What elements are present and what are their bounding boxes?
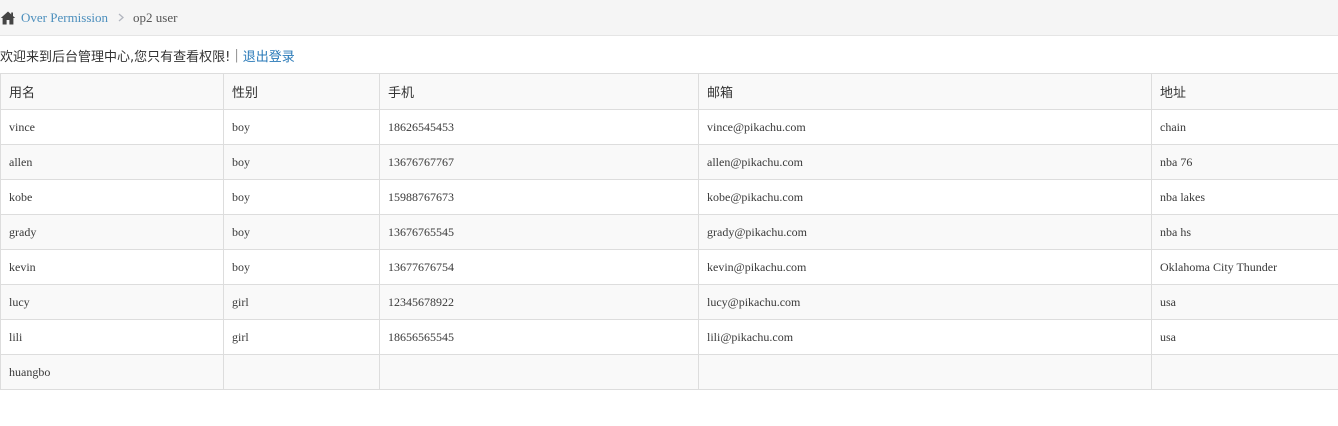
cell-address: nba hs [1151,214,1338,250]
table-row: kevin boy 13677676754 kevin@pikachu.com … [0,249,1338,285]
cell-email: lucy@pikachu.com [698,284,1152,320]
cell-username: grady [0,214,224,250]
table-row: lili girl 18656565545 lili@pikachu.com u… [0,319,1338,355]
cell-address: chain [1151,109,1338,145]
welcome-separator: | [234,47,239,63]
cell-address [1151,354,1338,390]
cell-phone: 18656565545 [379,319,699,355]
table-row: huangbo [0,354,1338,390]
table-row: allen boy 13676767767 allen@pikachu.com … [0,144,1338,180]
welcome-bar: 欢迎来到后台管理中心,您只有查看权限! | 退出登录 [0,36,1338,73]
breadcrumb-link-over-permission[interactable]: Over Permission [21,10,108,26]
table-row: kobe boy 15988767673 kobe@pikachu.com nb… [0,179,1338,215]
breadcrumb-current: op2 user [133,9,178,25]
cell-phone: 15988767673 [379,179,699,215]
cell-username: allen [0,144,224,180]
cell-email: kevin@pikachu.com [698,249,1152,285]
cell-email: kobe@pikachu.com [698,179,1152,215]
cell-username: kobe [0,179,224,215]
column-header-email: 邮箱 [698,73,1152,110]
cell-address: nba 76 [1151,144,1338,180]
cell-phone: 13676765545 [379,214,699,250]
cell-gender: boy [223,214,380,250]
cell-gender: girl [223,284,380,320]
cell-gender [223,354,380,390]
cell-username: kevin [0,249,224,285]
cell-gender: boy [223,249,380,285]
cell-username: lucy [0,284,224,320]
chevron-right-icon [118,13,125,22]
cell-email: allen@pikachu.com [698,144,1152,180]
cell-phone: 18626545453 [379,109,699,145]
table-row: lucy girl 12345678922 lucy@pikachu.com u… [0,284,1338,320]
table-row: grady boy 13676765545 grady@pikachu.com … [0,214,1338,250]
breadcrumb: Over Permission op2 user [0,0,1338,36]
cell-email: vince@pikachu.com [698,109,1152,145]
home-icon[interactable] [0,10,16,26]
welcome-message: 欢迎来到后台管理中心,您只有查看权限! [0,49,231,65]
cell-email: grady@pikachu.com [698,214,1152,250]
cell-phone [379,354,699,390]
cell-address: nba lakes [1151,179,1338,215]
cell-address: usa [1151,284,1338,320]
cell-phone: 13676767767 [379,144,699,180]
cell-gender: girl [223,319,380,355]
table-header-row: 用名 性别 手机 邮箱 地址 [0,73,1338,110]
user-table: 用名 性别 手机 邮箱 地址 vince boy 18626545453 vin… [0,73,1338,390]
column-header-gender: 性别 [223,73,380,110]
cell-address: Oklahoma City Thunder [1151,249,1338,285]
logout-link[interactable]: 退出登录 [243,46,295,65]
table-row: vince boy 18626545453 vince@pikachu.com … [0,109,1338,145]
cell-phone: 12345678922 [379,284,699,320]
cell-username: lili [0,319,224,355]
cell-gender: boy [223,144,380,180]
cell-email [698,354,1152,390]
cell-address: usa [1151,319,1338,355]
column-header-username: 用名 [0,73,224,110]
cell-phone: 13677676754 [379,249,699,285]
cell-email: lili@pikachu.com [698,319,1152,355]
cell-gender: boy [223,109,380,145]
cell-gender: boy [223,179,380,215]
cell-username: huangbo [0,354,224,390]
cell-username: vince [0,109,224,145]
column-header-phone: 手机 [379,73,699,110]
column-header-address: 地址 [1151,73,1338,110]
